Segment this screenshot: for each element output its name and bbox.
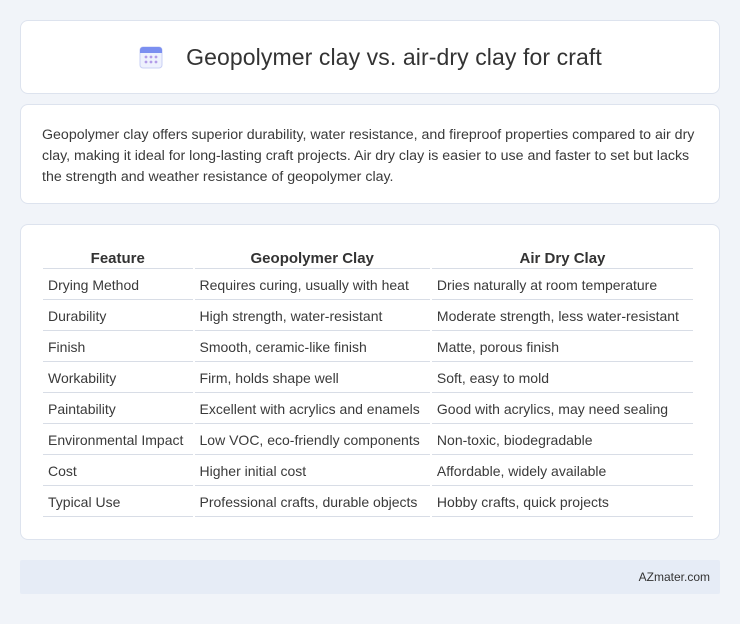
table-row: Finish Smooth, ceramic-like finish Matte… [43, 333, 693, 362]
table-row: Workability Firm, holds shape well Soft,… [43, 364, 693, 393]
table-row: Drying Method Requires curing, usually w… [43, 271, 693, 300]
feature-cell: Drying Method [43, 271, 193, 300]
air-dry-cell: Moderate strength, less water-resistant [431, 302, 693, 331]
feature-cell: Workability [43, 364, 193, 393]
air-dry-cell: Dries naturally at room temperature [431, 271, 693, 300]
column-header-feature: Feature [43, 247, 193, 269]
feature-cell: Typical Use [43, 488, 193, 517]
table-header-row: Feature Geopolymer Clay Air Dry Clay [43, 247, 693, 269]
feature-cell: Environmental Impact [43, 426, 193, 455]
geopolymer-cell: Firm, holds shape well [194, 364, 430, 393]
air-dry-cell: Hobby crafts, quick projects [431, 488, 693, 517]
geopolymer-cell: Excellent with acrylics and enamels [194, 395, 430, 424]
geopolymer-cell: High strength, water-resistant [194, 302, 430, 331]
geopolymer-cell: Smooth, ceramic-like finish [194, 333, 430, 362]
air-dry-cell: Affordable, widely available [431, 457, 693, 486]
air-dry-cell: Non-toxic, biodegradable [431, 426, 693, 455]
page-title: Geopolymer clay vs. air-dry clay for cra… [186, 43, 602, 70]
feature-cell: Cost [43, 457, 193, 486]
table-row: Environmental Impact Low VOC, eco-friend… [43, 426, 693, 455]
geopolymer-cell: Requires curing, usually with heat [194, 271, 430, 300]
comparison-table-card: Feature Geopolymer Clay Air Dry Clay Dry… [20, 224, 720, 540]
table-row: Durability High strength, water-resistan… [43, 302, 693, 331]
feature-cell: Finish [43, 333, 193, 362]
air-dry-cell: Matte, porous finish [431, 333, 693, 362]
calendar-icon [139, 46, 163, 69]
footer-brand[interactable]: AZmater.com [639, 570, 710, 584]
geopolymer-cell: Professional crafts, durable objects [194, 488, 430, 517]
feature-cell: Paintability [43, 395, 193, 424]
title-card: Geopolymer clay vs. air-dry clay for cra… [20, 20, 720, 94]
geopolymer-cell: Low VOC, eco-friendly components [194, 426, 430, 455]
comparison-table: Feature Geopolymer Clay Air Dry Clay Dry… [41, 245, 695, 519]
air-dry-cell: Good with acrylics, may need sealing [431, 395, 693, 424]
summary-card: Geopolymer clay offers superior durabili… [20, 104, 720, 204]
column-header-air-dry: Air Dry Clay [431, 247, 693, 269]
feature-cell: Durability [43, 302, 193, 331]
table-row: Cost Higher initial cost Affordable, wid… [43, 457, 693, 486]
summary-text: Geopolymer clay offers superior durabili… [42, 127, 695, 185]
air-dry-cell: Soft, easy to mold [431, 364, 693, 393]
column-header-geopolymer: Geopolymer Clay [194, 247, 430, 269]
footer-bar: AZmater.com [20, 560, 720, 594]
table-row: Paintability Excellent with acrylics and… [43, 395, 693, 424]
table-row: Typical Use Professional crafts, durable… [43, 488, 693, 517]
geopolymer-cell: Higher initial cost [194, 457, 430, 486]
